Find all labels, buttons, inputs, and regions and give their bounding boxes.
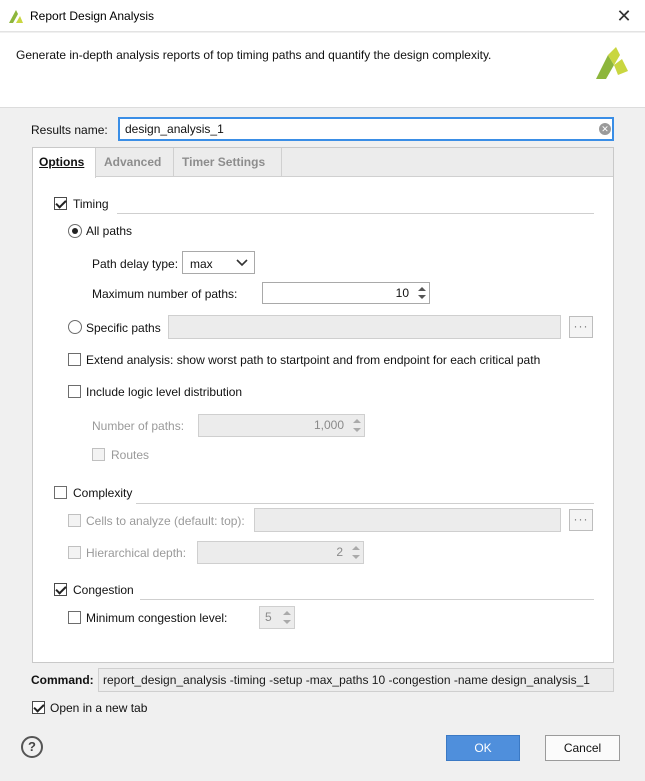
number-of-paths-spinner[interactable]: 1,000	[198, 414, 365, 437]
command-label: Command:	[31, 673, 94, 687]
extend-analysis-checkbox[interactable]	[68, 353, 81, 366]
min-congestion-spinner[interactable]: 5	[259, 606, 295, 629]
hierarchical-depth-stepper[interactable]	[349, 542, 363, 563]
number-of-paths-value: 1,000	[313, 418, 344, 432]
min-congestion-label: Minimum congestion level:	[86, 611, 228, 625]
complexity-label: Complexity	[73, 486, 133, 500]
logic-level-label: Include logic level distribution	[86, 385, 243, 399]
congestion-divider	[140, 599, 594, 600]
vendor-logo-icon	[596, 47, 628, 79]
max-paths-spinner[interactable]: 10	[262, 282, 430, 304]
min-congestion-stepper[interactable]	[280, 607, 294, 628]
app-logo-icon	[9, 10, 23, 23]
command-field[interactable]: report_design_analysis -timing -setup -m…	[98, 668, 614, 692]
cancel-button[interactable]: Cancel	[545, 735, 620, 761]
all-paths-radio[interactable]	[68, 224, 82, 238]
help-icon[interactable]: ?	[21, 736, 43, 758]
extend-analysis-label: Extend analysis: show worst path to star…	[86, 353, 541, 367]
timing-label: Timing	[73, 197, 109, 211]
open-new-tab-checkbox[interactable]	[32, 701, 45, 714]
specific-paths-browse-button[interactable]: ···	[569, 316, 593, 338]
number-of-paths-stepper[interactable]	[350, 415, 364, 436]
header-description: Generate in-depth analysis reports of to…	[16, 48, 492, 62]
timing-checkbox[interactable]	[54, 197, 67, 210]
path-delay-type-label: Path delay type:	[92, 257, 179, 271]
cells-to-analyze-input[interactable]	[254, 508, 561, 532]
routes-checkbox[interactable]	[92, 448, 105, 461]
logic-level-checkbox[interactable]	[68, 385, 81, 398]
chevron-down-icon	[236, 259, 248, 267]
clear-icon[interactable]: ✕	[599, 123, 611, 135]
timing-divider	[117, 213, 594, 214]
ok-button[interactable]: OK	[446, 735, 520, 761]
congestion-label: Congestion	[73, 583, 134, 597]
cells-to-analyze-label: Cells to analyze (default: top):	[86, 514, 245, 528]
min-congestion-value: 5	[265, 610, 272, 624]
number-of-paths-label: Number of paths:	[92, 419, 185, 433]
cells-to-analyze-checkbox[interactable]	[68, 514, 81, 527]
tab-timer-settings[interactable]: Timer Settings	[176, 148, 282, 177]
specific-paths-input[interactable]	[168, 315, 561, 339]
dialog-header: Generate in-depth analysis reports of to…	[0, 33, 645, 108]
results-name-value: design_analysis_1	[125, 122, 224, 136]
hierarchical-depth-value: 2	[336, 545, 343, 559]
results-name-input[interactable]: design_analysis_1	[118, 117, 614, 141]
specific-paths-radio[interactable]	[68, 320, 82, 334]
complexity-divider	[136, 503, 594, 504]
results-name-label: Results name:	[31, 123, 108, 137]
tab-options[interactable]: Options	[33, 148, 96, 178]
specific-paths-label: Specific paths	[86, 321, 161, 335]
hierarchical-depth-checkbox[interactable]	[68, 546, 81, 559]
routes-label: Routes	[111, 448, 150, 462]
all-paths-label: All paths	[86, 224, 133, 238]
complexity-checkbox[interactable]	[54, 486, 67, 499]
cells-browse-button[interactable]: ···	[569, 509, 593, 531]
max-paths-stepper[interactable]	[415, 283, 429, 303]
tab-advanced[interactable]: Advanced	[98, 148, 174, 177]
hierarchical-depth-spinner[interactable]: 2	[197, 541, 364, 564]
min-congestion-checkbox[interactable]	[68, 611, 81, 624]
max-paths-label: Maximum number of paths:	[92, 287, 238, 301]
path-delay-type-select[interactable]: max	[182, 251, 255, 274]
open-new-tab-label: Open in a new tab	[50, 701, 148, 715]
close-icon[interactable]: ✕	[613, 5, 635, 27]
path-delay-type-value: max	[190, 257, 213, 271]
max-paths-value: 10	[395, 286, 409, 300]
hierarchical-depth-label: Hierarchical depth:	[86, 546, 187, 560]
congestion-checkbox[interactable]	[54, 583, 67, 596]
window-title: Report Design Analysis	[30, 9, 155, 23]
